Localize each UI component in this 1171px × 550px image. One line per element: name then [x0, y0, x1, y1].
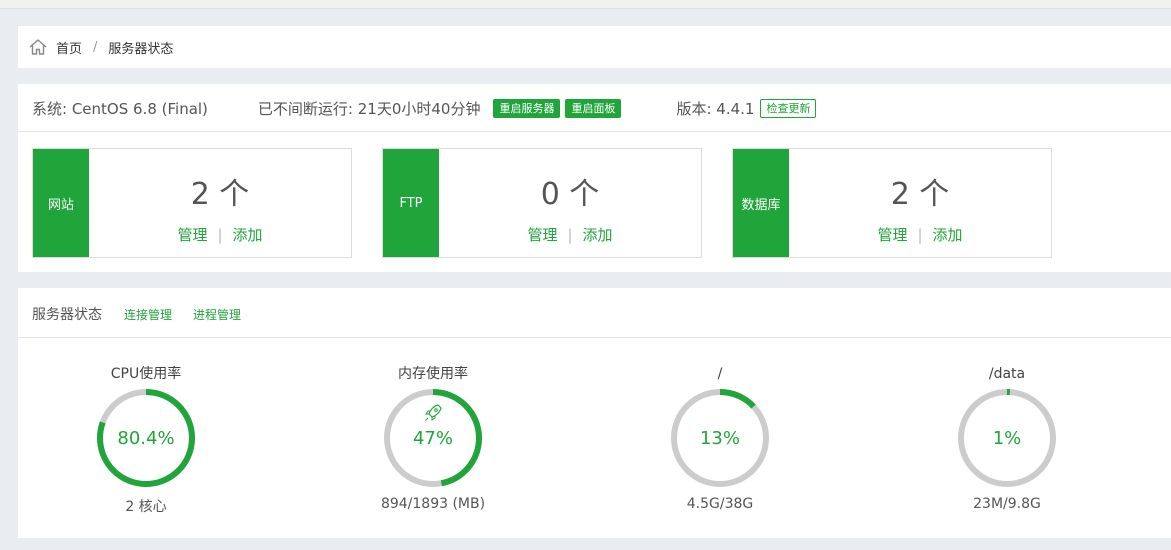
gauge-percent: 13% [700, 428, 740, 449]
gauge-title: / [717, 366, 723, 382]
card-count: 2 个 [890, 177, 950, 212]
connection-management-link[interactable]: 连接管理 [124, 306, 172, 323]
check-update-button[interactable]: 检查更新 [760, 98, 817, 118]
status-header: 服务器状态 连接管理 进程管理 [32, 304, 241, 324]
card-count: 2 个 [190, 177, 250, 212]
gauge-cpu: CPU使用率 80.4% 2 核心 [56, 364, 236, 516]
gauge-memory: 内存使用率 47% 894/1893 (MB) [343, 364, 523, 512]
card-ftp: FTP 0 个 管理 | 添加 [382, 148, 702, 258]
gauge-percent: 1% [993, 428, 1022, 449]
gauge-ring[interactable]: 13% [668, 386, 772, 490]
version-info: 版本: 4.4.1 [676, 99, 755, 118]
rocket-icon[interactable] [425, 404, 442, 421]
divider [18, 337, 1171, 338]
gauge-ring[interactable]: 47% [381, 386, 485, 490]
card-databases: 数据库 2 个 管理 | 添加 [732, 148, 1052, 258]
gauge-title: /data [988, 366, 1026, 382]
gauge-ring[interactable]: 1% [955, 386, 1059, 490]
add-ftp-link[interactable]: 添加 [583, 226, 613, 244]
gauge-detail: 894/1893 (MB) [380, 496, 486, 512]
gauge-disk-root: / 13% 4.5G/38G [630, 364, 810, 512]
gauge-detail: 23M/9.8G [973, 496, 1041, 512]
os-info: 系统: CentOS 6.8 (Final) [32, 99, 208, 118]
uptime-info: 已不间断运行: 21天0小时40分钟 [257, 99, 481, 118]
restart-panel-button[interactable]: 重启面板 [565, 98, 622, 118]
card-links: 管理 | 添加 [527, 226, 613, 244]
system-summary-panel: 系统: CentOS 6.8 (Final) 已不间断运行: 21天0小时40分… [18, 84, 1171, 272]
server-status-panel: 服务器状态 连接管理 进程管理 CPU使用率 80.4% 2 核心 内存使用率 … [18, 288, 1171, 538]
restart-server-button[interactable]: 重启服务器 [493, 98, 561, 118]
manage-websites-link[interactable]: 管理 [177, 226, 207, 244]
add-database-link[interactable]: 添加 [933, 226, 963, 244]
card-label: FTP [383, 149, 439, 257]
gauge-detail: 4.5G/38G [686, 496, 754, 512]
status-title: 服务器状态 [32, 307, 102, 323]
manage-ftp-link[interactable]: 管理 [527, 226, 557, 244]
system-info-line: 系统: CentOS 6.8 (Final) 已不间断运行: 21天0小时40分… [32, 96, 817, 120]
breadcrumb-home-link[interactable]: 首页 [56, 38, 82, 57]
card-websites: 网站 2 个 管理 | 添加 [32, 148, 352, 258]
divider [18, 131, 1171, 132]
gauge-title: CPU使用率 [110, 366, 182, 382]
gauge-detail: 2 核心 [125, 499, 167, 515]
process-management-link[interactable]: 进程管理 [193, 306, 241, 323]
manage-databases-link[interactable]: 管理 [877, 226, 907, 244]
card-links: 管理 | 添加 [877, 226, 963, 244]
card-label: 网站 [33, 149, 89, 257]
gauge-ring[interactable]: 80.4% [94, 386, 198, 490]
breadcrumb-current: 服务器状态 [108, 41, 174, 57]
card-links: 管理 | 添加 [177, 226, 263, 244]
home-icon[interactable] [28, 37, 48, 57]
card-count: 0 个 [540, 177, 600, 212]
add-website-link[interactable]: 添加 [233, 226, 263, 244]
gauge-percent: 80.4% [117, 428, 174, 449]
breadcrumb: 首页 / 服务器状态 [18, 26, 1171, 68]
gauge-percent: 47% [413, 428, 453, 449]
gauge-title: 内存使用率 [398, 366, 468, 382]
card-label: 数据库 [733, 149, 789, 257]
breadcrumb-separator: / [93, 39, 98, 55]
gauge-disk-data: /data 1% 23M/9.8G [917, 364, 1097, 512]
browser-bookmarks-strip [0, 0, 1171, 9]
